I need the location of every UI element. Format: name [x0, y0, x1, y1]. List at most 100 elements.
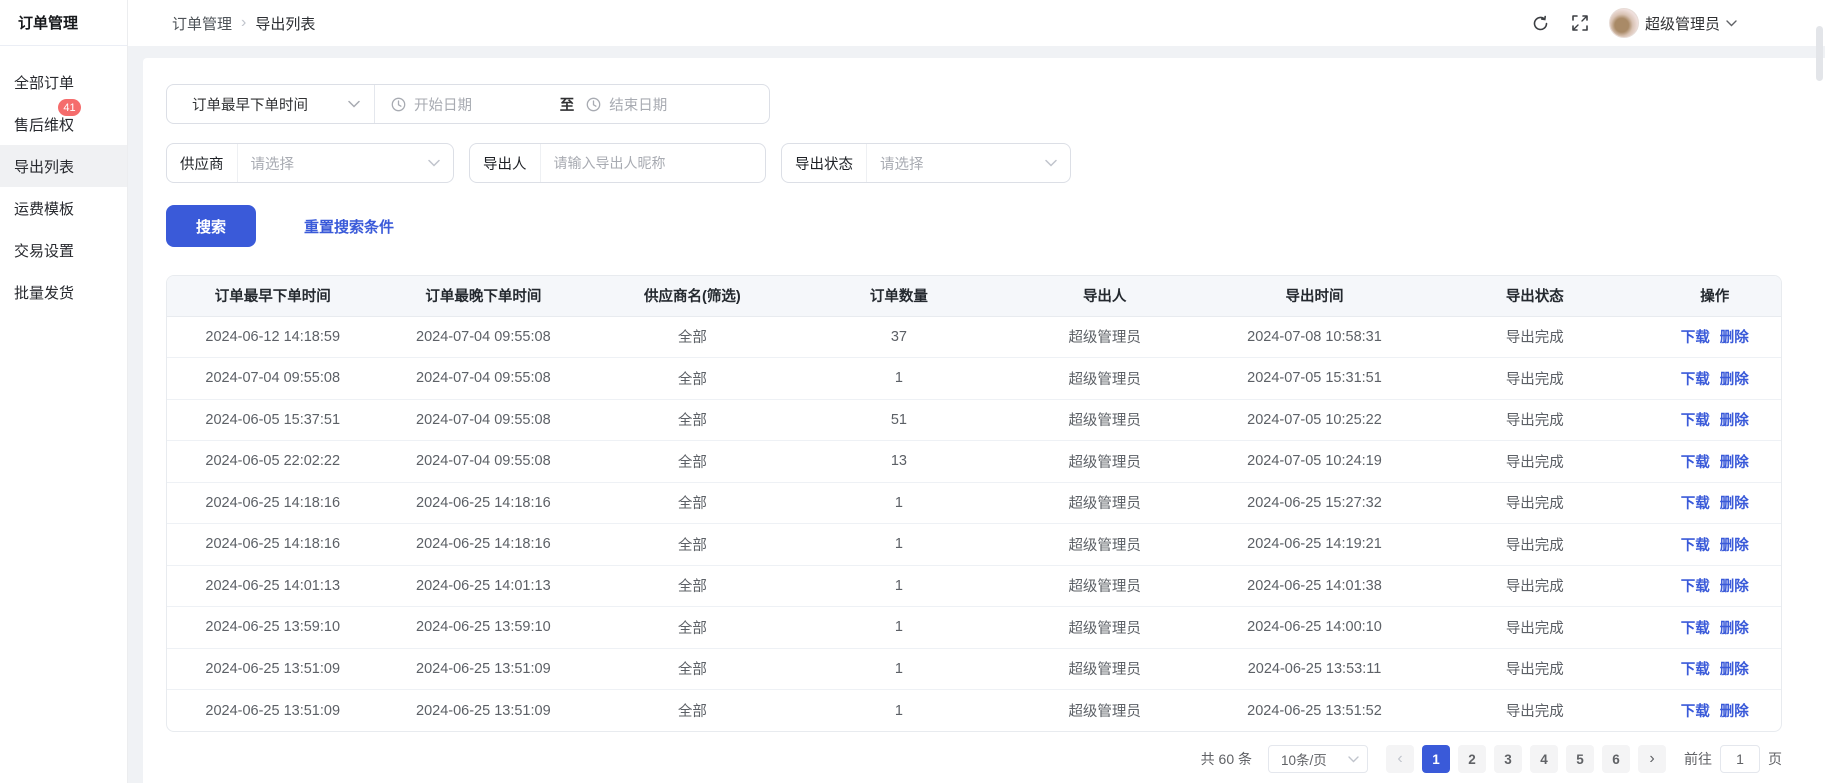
cell-latest: 2024-06-25 14:01:13	[378, 565, 588, 607]
cell-count: 1	[796, 482, 1001, 524]
end-date-input[interactable]: 结束日期	[586, 94, 753, 115]
cell-count: 1	[796, 690, 1001, 732]
start-date-input[interactable]: 开始日期	[391, 94, 558, 115]
cell-actions: 下载删除	[1649, 565, 1781, 607]
download-link[interactable]: 下载	[1681, 413, 1710, 429]
breadcrumb-item-order-management[interactable]: 订单管理	[172, 13, 232, 34]
exporter-label: 导出人	[470, 144, 541, 182]
cell-latest: 2024-06-25 14:18:16	[378, 524, 588, 566]
delete-link[interactable]: 删除	[1720, 330, 1749, 346]
cell-latest: 2024-06-25 13:51:09	[378, 648, 588, 690]
cell-supplier: 全部	[588, 565, 796, 607]
cell-earliest: 2024-06-25 13:51:09	[167, 690, 378, 732]
cell-status: 导出完成	[1421, 358, 1649, 400]
delete-link[interactable]: 删除	[1720, 621, 1749, 637]
sidebar-title: 订单管理	[0, 0, 127, 46]
cell-supplier: 全部	[588, 690, 796, 732]
cell-status: 导出完成	[1421, 648, 1649, 690]
fullscreen-icon[interactable]	[1570, 13, 1590, 33]
sidebar-item-1[interactable]: 售后维权41	[0, 103, 127, 145]
supplier-placeholder: 请选择	[251, 153, 295, 174]
cell-export_time: 2024-06-25 13:53:11	[1208, 648, 1421, 690]
page-buttons: 123456	[1422, 745, 1630, 773]
delete-link[interactable]: 删除	[1720, 662, 1749, 678]
scrollbar-thumb[interactable]	[1816, 26, 1823, 81]
download-link[interactable]: 下载	[1681, 372, 1710, 388]
cell-exporter: 超级管理员	[1001, 607, 1208, 649]
export-status-label: 导出状态	[782, 144, 867, 182]
page-size-select[interactable]: 10条/页	[1268, 745, 1368, 773]
sidebar-item-2[interactable]: 导出列表	[0, 145, 127, 187]
download-link[interactable]: 下载	[1681, 662, 1710, 678]
page-button-4[interactable]: 4	[1530, 745, 1558, 773]
cell-supplier: 全部	[588, 482, 796, 524]
page-button-2[interactable]: 2	[1458, 745, 1486, 773]
start-date-placeholder: 开始日期	[414, 94, 472, 115]
cell-exporter: 超级管理员	[1001, 565, 1208, 607]
cell-actions: 下载删除	[1649, 358, 1781, 400]
breadcrumb-item-export-list: 导出列表	[255, 13, 315, 34]
page-button-5[interactable]: 5	[1566, 745, 1594, 773]
cell-earliest: 2024-06-05 22:02:22	[167, 441, 378, 483]
actions-row: 搜索 重置搜索条件	[166, 205, 1782, 247]
cell-latest: 2024-07-04 09:55:08	[378, 399, 588, 441]
delete-link[interactable]: 删除	[1720, 538, 1749, 554]
download-link[interactable]: 下载	[1681, 704, 1710, 720]
delete-link[interactable]: 删除	[1720, 372, 1749, 388]
cell-status: 导出完成	[1421, 316, 1649, 358]
goto-label: 前往	[1684, 749, 1712, 769]
sidebar-item-3[interactable]: 运费模板	[0, 187, 127, 229]
download-link[interactable]: 下载	[1681, 455, 1710, 471]
next-page-button[interactable]: ›	[1638, 745, 1666, 773]
cell-count: 1	[796, 565, 1001, 607]
search-button[interactable]: 搜索	[166, 205, 256, 247]
cell-actions: 下载删除	[1649, 524, 1781, 566]
supplier-select[interactable]: 请选择	[238, 153, 454, 174]
delete-link[interactable]: 删除	[1720, 455, 1749, 471]
table-row: 2024-06-25 14:01:132024-06-25 14:01:13全部…	[167, 565, 1781, 607]
delete-link[interactable]: 删除	[1720, 704, 1749, 720]
reset-filters-link[interactable]: 重置搜索条件	[304, 216, 394, 237]
sidebar-item-4[interactable]: 交易设置	[0, 229, 127, 271]
table-row: 2024-06-05 22:02:222024-07-04 09:55:08全部…	[167, 441, 1781, 483]
table-row: 2024-06-25 13:51:092024-06-25 13:51:09全部…	[167, 648, 1781, 690]
cell-count: 1	[796, 524, 1001, 566]
delete-link[interactable]: 删除	[1720, 496, 1749, 512]
download-link[interactable]: 下载	[1681, 579, 1710, 595]
refresh-icon[interactable]	[1531, 13, 1551, 33]
column-header: 导出时间	[1208, 276, 1421, 316]
exporter-input[interactable]	[541, 155, 766, 171]
filter-row: 供应商 请选择 导出人 导出状态 请选择	[166, 143, 1782, 183]
breadcrumb: 订单管理 › 导出列表	[172, 13, 315, 34]
cell-status: 导出完成	[1421, 565, 1649, 607]
page-button-3[interactable]: 3	[1494, 745, 1522, 773]
avatar[interactable]	[1609, 8, 1639, 38]
cell-latest: 2024-07-04 09:55:08	[378, 441, 588, 483]
cell-earliest: 2024-06-25 13:59:10	[167, 607, 378, 649]
delete-link[interactable]: 删除	[1720, 579, 1749, 595]
cell-actions: 下载删除	[1649, 399, 1781, 441]
delete-link[interactable]: 删除	[1720, 413, 1749, 429]
cell-export_time: 2024-06-25 14:00:10	[1208, 607, 1421, 649]
download-link[interactable]: 下载	[1681, 621, 1710, 637]
cell-exporter: 超级管理员	[1001, 648, 1208, 690]
user-menu[interactable]: 超级管理员	[1609, 8, 1737, 38]
page-button-6[interactable]: 6	[1602, 745, 1630, 773]
export-status-select[interactable]: 请选择	[867, 153, 1070, 174]
cell-actions: 下载删除	[1649, 690, 1781, 732]
download-link[interactable]: 下载	[1681, 538, 1710, 554]
cell-status: 导出完成	[1421, 482, 1649, 524]
table-header-row: 订单最早下单时间订单最晚下单时间供应商名(筛选)订单数量导出人导出时间导出状态操…	[167, 276, 1781, 316]
page-button-1[interactable]: 1	[1422, 745, 1450, 773]
prev-page-button[interactable]: ‹	[1386, 745, 1414, 773]
column-header: 导出状态	[1421, 276, 1649, 316]
download-link[interactable]: 下载	[1681, 496, 1710, 512]
goto-page-input[interactable]	[1720, 745, 1760, 773]
cell-actions: 下载删除	[1649, 316, 1781, 358]
download-link[interactable]: 下载	[1681, 330, 1710, 346]
breadcrumb-separator-icon: ›	[241, 14, 246, 32]
sidebar-item-5[interactable]: 批量发货	[0, 271, 127, 313]
sidebar-item-0[interactable]: 全部订单	[0, 61, 127, 103]
cell-status: 导出完成	[1421, 441, 1649, 483]
time-type-select[interactable]: 订单最早下单时间	[167, 85, 375, 123]
